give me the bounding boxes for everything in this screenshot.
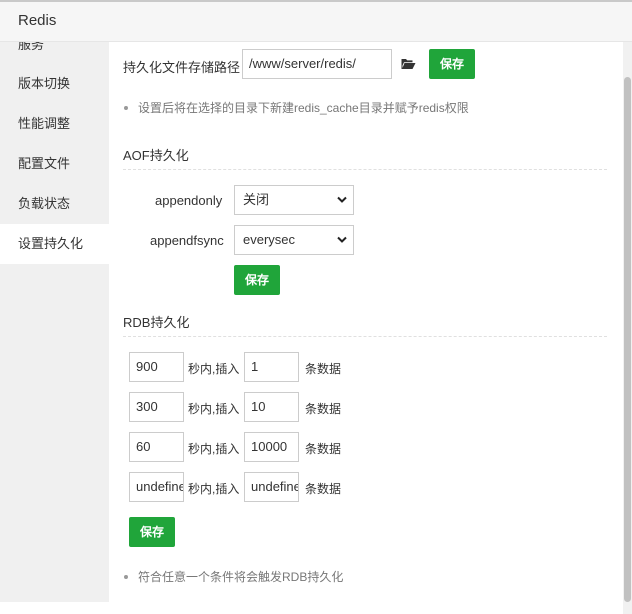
- rdb-seconds-input[interactable]: 300: [129, 392, 184, 422]
- chevron-down-icon: [337, 236, 347, 243]
- bullet-dot: [124, 105, 128, 110]
- rdb-seconds-suffix: 秒内,插入: [188, 482, 240, 496]
- appendonly-value: 关闭: [243, 192, 270, 207]
- bullet-dot: [124, 574, 128, 579]
- sidebar-item-label: 服务: [18, 42, 45, 52]
- rdb-changes-input[interactable]: undefined: [244, 472, 299, 502]
- save-aof-button[interactable]: 保存: [234, 265, 280, 295]
- appendfsync-label: appendfsync: [150, 233, 224, 248]
- rdb-changes-suffix: 条数据: [305, 402, 342, 416]
- aof-divider: [123, 169, 607, 170]
- window-top-edge: [0, 0, 632, 2]
- rdb-hint-text: 符合任意一个条件将会触发RDB持久化: [138, 570, 344, 584]
- rdb-section-title: RDB持久化: [123, 315, 190, 330]
- rdb-seconds-input[interactable]: undefined: [129, 472, 184, 502]
- sidebar-item-config-file[interactable]: 配置文件: [0, 144, 109, 184]
- appendonly-label: appendonly: [155, 193, 223, 208]
- sidebar-item-label: 版本切换: [18, 76, 71, 91]
- rdb-changes-suffix: 条数据: [305, 442, 342, 456]
- save-path-button[interactable]: 保存: [429, 49, 475, 79]
- sidebar-item-version-switch[interactable]: 版本切换: [0, 64, 109, 104]
- title-bar: Redis: [0, 0, 632, 42]
- window-title: Redis: [18, 12, 57, 29]
- appendfsync-select[interactable]: everysec: [234, 225, 354, 255]
- rdb-changes-input[interactable]: 1: [244, 352, 299, 382]
- rdb-changes-input[interactable]: 10000: [244, 432, 299, 462]
- rdb-changes-suffix: 条数据: [305, 482, 342, 496]
- chevron-down-icon: [337, 196, 347, 203]
- rdb-seconds-suffix: 秒内,插入: [188, 362, 240, 376]
- rdb-changes-suffix: 条数据: [305, 362, 342, 376]
- scrollbar-thumb[interactable]: [624, 77, 631, 602]
- rdb-hint: 符合任意一个条件将会触发RDB持久化: [124, 568, 343, 585]
- aof-section-title: AOF持久化: [123, 148, 189, 163]
- rdb-seconds-input[interactable]: 60: [129, 432, 184, 462]
- sidebar-item-load-status[interactable]: 负载状态: [0, 184, 109, 224]
- sidebar-item-label: 性能调整: [18, 116, 71, 131]
- rdb-seconds-suffix: 秒内,插入: [188, 442, 240, 456]
- sidebar-item-label: 设置持久化: [18, 236, 84, 251]
- rdb-divider: [123, 336, 607, 337]
- rdb-seconds-suffix: 秒内,插入: [188, 402, 240, 416]
- sidebar-item-persistence[interactable]: 设置持久化: [0, 224, 109, 264]
- persist-path-hint-text: 设置后将在选择的目录下新建redis_cache目录并赋予redis权限: [138, 101, 469, 115]
- folder-open-icon[interactable]: [401, 58, 416, 73]
- save-rdb-button[interactable]: 保存: [129, 517, 175, 547]
- appendfsync-value: everysec: [243, 232, 296, 247]
- sidebar-item-performance[interactable]: 性能调整: [0, 104, 109, 144]
- persist-path-label: 持久化文件存储路径: [123, 60, 241, 75]
- sidebar-item-label: 配置文件: [18, 156, 71, 171]
- persist-path-hint: 设置后将在选择的目录下新建redis_cache目录并赋予redis权限: [124, 99, 469, 116]
- scrollbar[interactable]: [623, 42, 632, 614]
- persist-path-input[interactable]: /www/server/redis/: [242, 49, 392, 79]
- sidebar-item-label: 负载状态: [18, 196, 71, 211]
- sidebar-item-service[interactable]: 服务: [0, 42, 109, 56]
- appendonly-select[interactable]: 关闭: [234, 185, 354, 215]
- rdb-changes-input[interactable]: 10: [244, 392, 299, 422]
- sidebar: 服务 版本切换 性能调整 配置文件 负载状态 设置持久化: [0, 42, 109, 602]
- rdb-seconds-input[interactable]: 900: [129, 352, 184, 382]
